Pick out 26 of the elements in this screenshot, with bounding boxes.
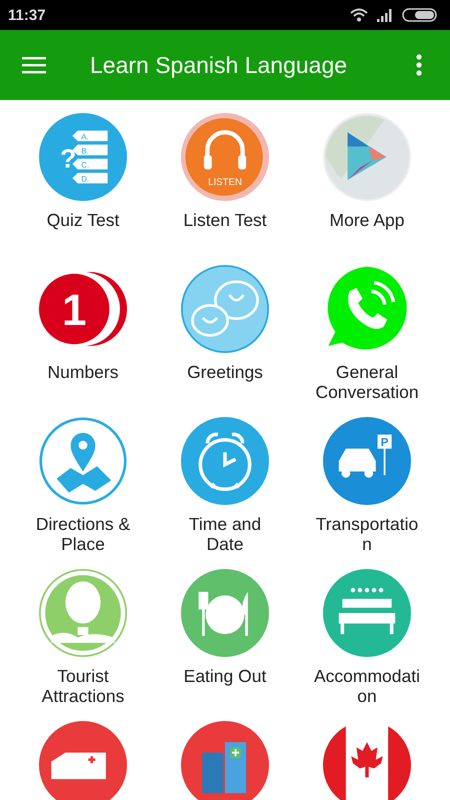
menu-tile[interactable]: P Transportation: [296, 404, 438, 556]
plate-cutlery-icon: [181, 569, 269, 657]
menu-tile[interactable]: 1 Numbers: [12, 252, 154, 404]
menu-tile[interactable]: Tourist Attractions: [12, 556, 154, 708]
menu-tile[interactable]: Time and Date: [154, 404, 296, 556]
clock-time: 11:37: [8, 6, 46, 24]
chat-bubbles-icon: [181, 265, 269, 353]
battery-icon: [402, 8, 438, 22]
menu-tile[interactable]: Greetings: [154, 252, 296, 404]
menu-tile[interactable]: Directions & Place: [12, 404, 154, 556]
signal-icon: [376, 8, 394, 22]
menu-tile[interactable]: Accommodation: [296, 556, 438, 708]
wifi-icon: [350, 8, 368, 22]
menu-tile[interactable]: LISTEN Listen Test: [154, 100, 296, 252]
app-title: Learn Spanish Language: [89, 52, 348, 78]
headphones-icon: LISTEN: [181, 113, 269, 201]
map-pin-icon: [39, 417, 127, 505]
menu-tile[interactable]: General Conversation: [296, 252, 438, 404]
bed-icon: [323, 569, 411, 657]
menu-icon: [22, 56, 46, 74]
car-parking-icon: P: [323, 417, 411, 505]
hot-air-balloon-icon: [39, 569, 127, 657]
menu-tile[interactable]: More App: [296, 100, 438, 252]
menu-tile[interactable]: Eating Out: [154, 556, 296, 708]
more-options-icon: [416, 54, 422, 76]
alarm-clock-icon: [181, 417, 269, 505]
